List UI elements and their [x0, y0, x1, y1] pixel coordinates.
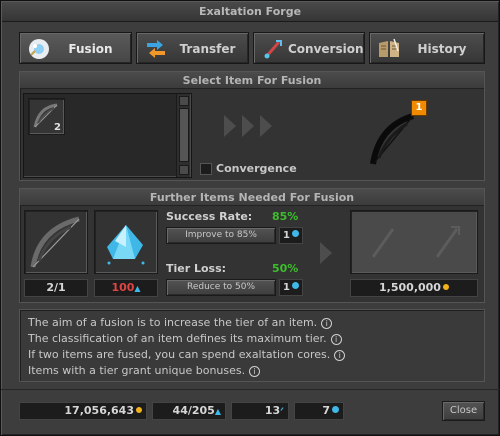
tab-transfer-label: Transfer	[179, 42, 236, 56]
select-item-header: Select Item For Fusion	[20, 72, 484, 89]
tier-badge: 1	[411, 100, 427, 116]
success-cost-value: 1	[283, 230, 290, 241]
required-dust-slot	[94, 210, 158, 274]
info-line: Items with a tier grant unique bonuses. i	[28, 364, 261, 377]
close-button[interactable]: Close	[442, 401, 485, 421]
gold-coin-icon	[442, 284, 449, 290]
select-item-panel: Select Item For Fusion 2 Convergence 1	[19, 71, 485, 181]
gold-balance-value: 17,056,643	[64, 404, 134, 417]
transfer-icon	[144, 37, 168, 61]
conversion-icon	[261, 37, 285, 61]
arrow-right-icon	[320, 242, 332, 264]
tab-conversion-label: Conversion	[288, 42, 364, 56]
success-rate-value: 85%	[272, 210, 299, 223]
tab-fusion-label: Fusion	[68, 42, 113, 56]
tab-history[interactable]: History	[369, 32, 485, 64]
tab-bar: Fusion Transfer Conversion History	[19, 32, 485, 64]
fusion-button[interactable]	[350, 210, 478, 274]
dust-small-icon: ▲	[214, 407, 221, 416]
tab-history-label: History	[417, 42, 467, 56]
fusion-price: 1,500,000	[350, 279, 478, 297]
item-list-scrollbar[interactable]	[176, 94, 190, 177]
core-balance: 7	[294, 402, 344, 420]
further-items-panel: Further Items Needed For Fusion 2/1 100▲…	[19, 188, 485, 303]
tab-transfer[interactable]: Transfer	[136, 32, 249, 64]
item-slot-bow[interactable]: 2	[28, 98, 65, 135]
dust-count: 100	[111, 281, 135, 294]
reduce-tier-loss-button[interactable]: Reduce to 50%	[166, 279, 276, 296]
success-rate-label: Success Rate:	[166, 210, 253, 223]
fusion-icon	[27, 37, 51, 61]
required-bow-slot	[24, 210, 88, 274]
info-icon[interactable]: i	[334, 350, 346, 361]
sliver-balance: 13ᐟ	[231, 402, 289, 420]
info-text: The classification of an item defines it…	[28, 332, 327, 345]
dust-balance: 44/205▲	[152, 402, 226, 420]
convergence-checkbox[interactable]	[200, 163, 212, 175]
arrow-right-icon	[260, 115, 272, 137]
result-item: 1	[365, 100, 427, 170]
fusion-arrows-icon	[371, 226, 460, 258]
info-line: The classification of an item defines it…	[28, 332, 342, 345]
tab-fusion[interactable]: Fusion	[19, 32, 132, 64]
info-text: The aim of a fusion is to increase the t…	[28, 316, 318, 329]
tab-conversion[interactable]: Conversion	[253, 32, 365, 64]
info-icon[interactable]: i	[321, 318, 333, 329]
dust-small-icon: ▲	[134, 284, 141, 293]
scroll-up-button[interactable]	[179, 96, 189, 106]
improve-success-button[interactable]: Improve to 85%	[166, 227, 276, 244]
dust-icon	[107, 225, 145, 265]
item-list: 2	[23, 93, 192, 178]
sliver-balance-value: 13	[264, 404, 281, 417]
exaltation-core-icon	[291, 282, 299, 289]
dust-count-box: 100▲	[94, 279, 158, 297]
fusion-price-value: 1,500,000	[379, 281, 441, 294]
arrow-right-icon	[242, 115, 254, 137]
further-items-header: Further Items Needed For Fusion	[20, 189, 484, 206]
bow-count: 2/1	[24, 279, 88, 297]
info-line: The aim of a fusion is to increase the t…	[28, 316, 333, 329]
arrow-right-icon	[224, 115, 236, 137]
info-line: If two items are fused, you can spend ex…	[28, 348, 346, 361]
info-icon[interactable]: i	[249, 366, 261, 377]
exaltation-core-icon	[332, 406, 339, 413]
exaltation-forge-window: Exaltation Forge Fusion Transfer Convers…	[0, 0, 500, 436]
tier-loss-value: 50%	[272, 262, 299, 275]
info-text: If two items are fused, you can spend ex…	[28, 348, 331, 361]
tier-loss-label: Tier Loss:	[166, 262, 227, 275]
convergence-label: Convergence	[216, 162, 297, 175]
success-cost: 1	[279, 227, 303, 244]
exaltation-core-icon	[291, 230, 299, 237]
gold-balance: 17,056,643	[19, 402, 147, 420]
core-balance-value: 7	[322, 404, 330, 417]
item-count: 2	[54, 122, 61, 133]
info-panel: The aim of a fusion is to increase the t…	[19, 309, 485, 382]
tier-loss-cost-value: 1	[283, 282, 290, 293]
scroll-down-button[interactable]	[179, 165, 189, 175]
sliver-icon: ᐟ	[280, 407, 284, 417]
tier-loss-cost: 1	[279, 279, 303, 296]
dust-balance-value: 44/205	[172, 404, 215, 417]
info-icon[interactable]: i	[330, 334, 342, 345]
gold-coin-icon	[136, 407, 142, 413]
footer-divider	[1, 389, 500, 390]
bow-icon	[30, 216, 80, 268]
scroll-thumb[interactable]	[179, 108, 189, 162]
window-title: Exaltation Forge	[2, 2, 498, 22]
history-book-icon	[377, 37, 401, 61]
info-text: Items with a tier grant unique bonuses.	[28, 364, 246, 377]
